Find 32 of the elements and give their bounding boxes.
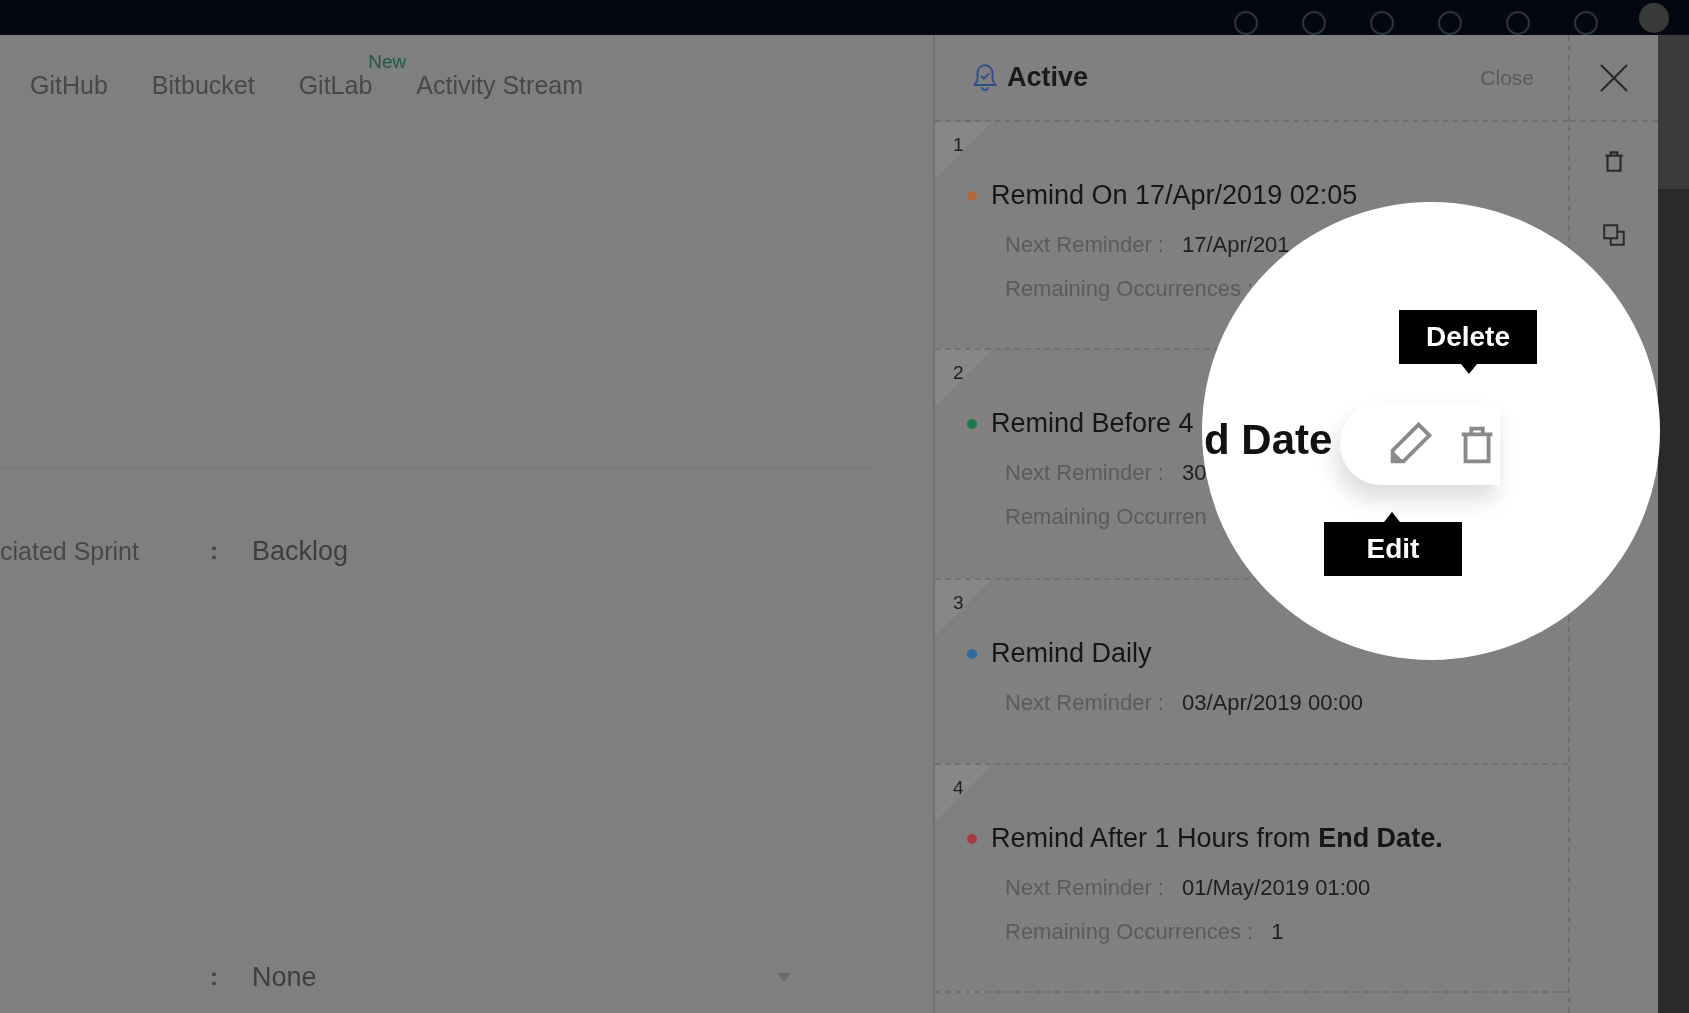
reminder-title: Remind On 17/Apr/2019 02:05: [991, 180, 1358, 211]
detail-value: 17/Apr/201: [1181, 232, 1290, 258]
field-label: ciated Sprint: [0, 536, 140, 566]
field-value: Backlog: [252, 535, 349, 567]
bell-icon: [971, 62, 999, 93]
reminder-title: Remind Before 4: [991, 408, 1194, 439]
magnified-text: d Date: [1204, 416, 1333, 464]
dropdown-value[interactable]: None: [252, 961, 317, 993]
item-number: 1: [953, 134, 964, 157]
separator: :: [210, 963, 219, 991]
tab[interactable]: GitHub: [30, 71, 108, 103]
new-label: New: [368, 51, 407, 73]
detail-value: 1: [1271, 919, 1284, 945]
panel-title: Active: [1007, 62, 1089, 93]
tab[interactable]: GitLab: [298, 71, 373, 103]
close-icon[interactable]: [1599, 62, 1629, 93]
copy-icon[interactable]: [1601, 222, 1627, 248]
detail-value: 01/May/2019 01:00: [1181, 875, 1371, 901]
tooltip-pointer-icon: [1461, 364, 1477, 374]
tab[interactable]: Activity Stream: [416, 71, 584, 103]
edit-tooltip: Edit: [1324, 512, 1462, 576]
separator: :: [210, 537, 219, 565]
item-number: 2: [953, 362, 964, 385]
item-number: 3: [953, 592, 964, 615]
item-number: 4: [953, 777, 964, 800]
delete-tooltip: Delete: [1399, 310, 1537, 374]
tab[interactable]: Bitbucket: [151, 71, 255, 103]
tooltip-pointer-icon: [1384, 512, 1400, 522]
reminder-title: Remind After 1 Hours from End Date.: [991, 823, 1443, 854]
reminder-title: Remind Daily: [991, 638, 1152, 669]
detail-value: 30: [1181, 460, 1207, 486]
detail-value: 03/Apr/2019 00:00: [1181, 690, 1363, 716]
